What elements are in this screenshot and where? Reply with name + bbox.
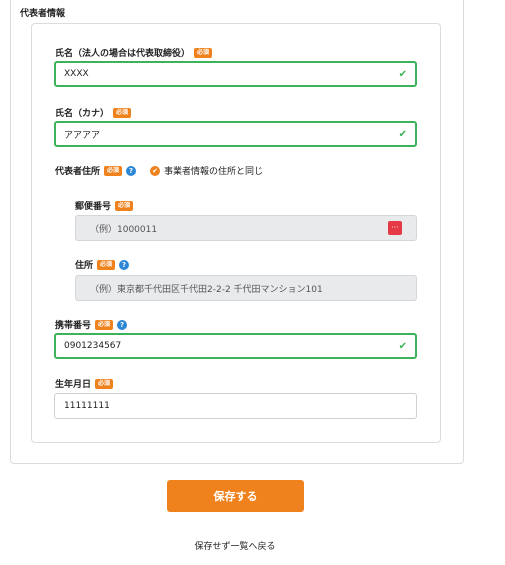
birthday-input[interactable]: 11111111 xyxy=(54,393,417,419)
mobile-label-row: 携帯番号 必須 ? xyxy=(55,318,128,331)
required-badge: 必須 xyxy=(95,378,114,389)
name-value: XXXX xyxy=(64,69,89,79)
address-placeholder: （例）東京都千代田区千代田2-2-2 千代田マンション101 xyxy=(90,284,323,295)
section-title: 代表者情報 xyxy=(20,9,66,19)
check-icon: ✔ xyxy=(398,340,407,352)
required-badge: 必須 xyxy=(95,319,114,330)
postal-lookup-button[interactable]: ··· xyxy=(388,221,402,235)
same-as-business-label: 事業者情報の住所と同じ xyxy=(164,167,264,177)
check-icon: ✔ xyxy=(398,68,407,80)
same-as-business-checkbox[interactable]: ✔ 事業者情報の住所と同じ xyxy=(150,164,263,177)
address-section-label: 代表者住所 xyxy=(55,167,101,177)
mobile-value: 0901234567 xyxy=(64,341,122,351)
birthday-label: 生年月日 xyxy=(55,380,92,390)
checkbox-checked-icon: ✔ xyxy=(150,165,160,176)
kana-label-row: 氏名（カナ） 必須 xyxy=(55,106,132,119)
help-icon[interactable]: ? xyxy=(117,319,128,330)
postal-label: 郵便番号 xyxy=(75,202,112,212)
birthday-label-row: 生年月日 必須 xyxy=(55,377,114,390)
birthday-value: 11111111 xyxy=(64,401,110,411)
address-section-label-row: 代表者住所 必須 ? xyxy=(55,164,137,177)
required-badge: 必須 xyxy=(194,47,213,58)
required-badge: 必須 xyxy=(115,200,134,211)
required-badge: 必須 xyxy=(104,165,123,176)
kana-label: 氏名（カナ） xyxy=(55,109,110,119)
kana-input[interactable]: アアアア ✔ xyxy=(54,121,417,147)
address-label: 住所 xyxy=(75,261,94,271)
name-input[interactable]: XXXX ✔ xyxy=(54,61,417,87)
name-label-row: 氏名（法人の場合は代表取締役） 必須 xyxy=(55,46,213,59)
help-icon[interactable]: ? xyxy=(126,165,137,176)
required-badge: 必須 xyxy=(113,107,132,118)
check-icon: ✔ xyxy=(398,128,407,140)
mobile-label: 携帯番号 xyxy=(55,321,92,331)
mobile-input[interactable]: 0901234567 ✔ xyxy=(54,333,417,359)
name-label: 氏名（法人の場合は代表取締役） xyxy=(55,49,191,59)
postal-input[interactable]: （例）1000011 ··· xyxy=(75,215,417,241)
address-input[interactable]: （例）東京都千代田区千代田2-2-2 千代田マンション101 xyxy=(75,275,417,301)
postal-placeholder: （例）1000011 xyxy=(90,224,158,235)
back-to-list-link[interactable]: 保存せず一覧へ戻る xyxy=(0,539,470,552)
postal-label-row: 郵便番号 必須 xyxy=(75,199,134,212)
help-icon[interactable]: ? xyxy=(119,259,130,270)
kana-value: アアアア xyxy=(64,130,101,141)
required-badge: 必須 xyxy=(97,259,116,270)
address-label-row: 住所 必須 ? xyxy=(75,258,130,271)
save-button[interactable]: 保存する xyxy=(167,480,304,512)
